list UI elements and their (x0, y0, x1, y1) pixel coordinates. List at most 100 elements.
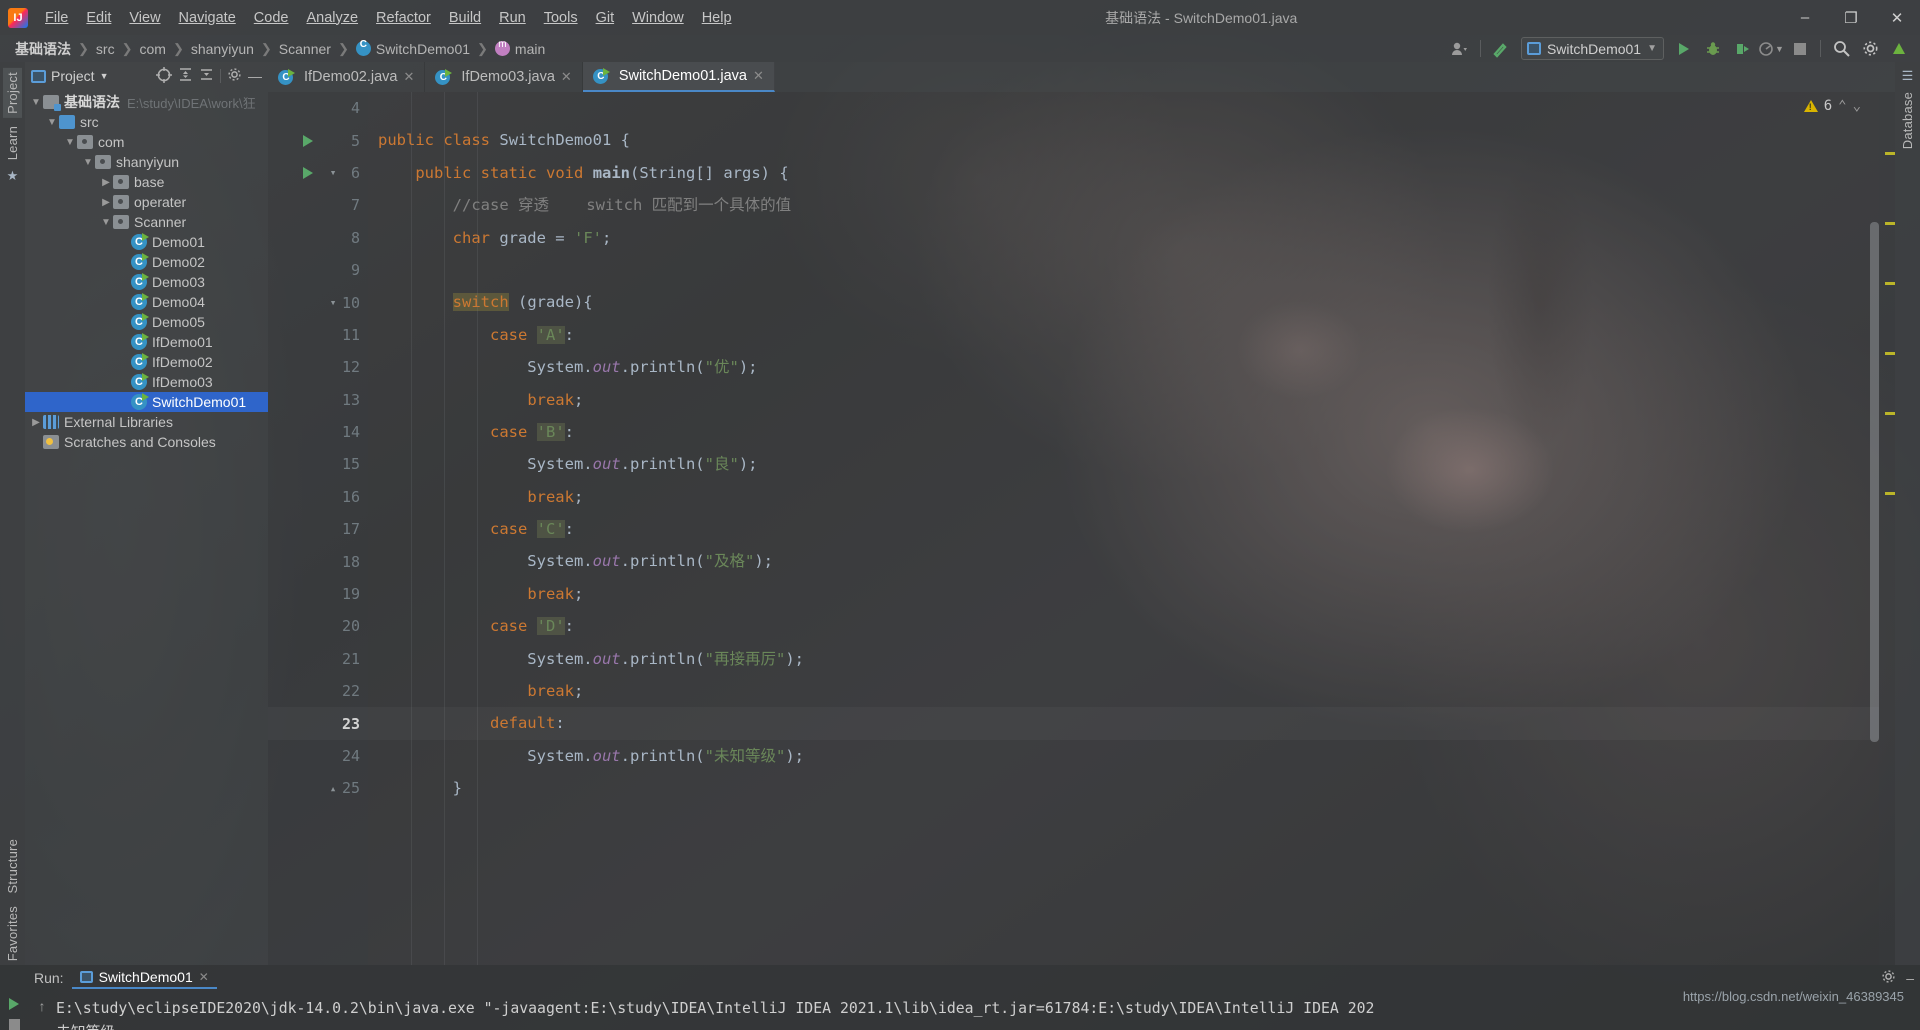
project-title-button[interactable]: Project ▼ (31, 68, 109, 84)
hide-panel-icon[interactable]: — (248, 68, 262, 84)
chevron-down-icon[interactable]: ▼ (45, 117, 59, 128)
tree-item-ifdemo02[interactable]: IfDemo02 (25, 352, 268, 372)
chevron-down-icon[interactable]: ▼ (99, 217, 113, 228)
scroll-down-icon[interactable]: ↓ (39, 1025, 46, 1030)
chevron-down-icon[interactable]: ▼ (29, 97, 43, 108)
stop-square-icon[interactable] (8, 1019, 20, 1030)
breadcrumb-scanner[interactable]: Scanner (274, 40, 336, 58)
tree-item-base[interactable]: ▶ base (25, 172, 268, 192)
breadcrumb-com[interactable]: com (134, 40, 170, 58)
console-output[interactable]: E:\study\eclipseIDE2020\jdk-14.0.2\bin\j… (56, 991, 1920, 1030)
search-everywhere-button[interactable] (1828, 37, 1854, 61)
tree-item-scratches[interactable]: Scratches and Consoles (25, 432, 268, 452)
user-account-icon[interactable] (1447, 37, 1473, 61)
chevron-right-icon[interactable]: ▶ (99, 197, 113, 208)
code-editor[interactable]: 6 ⌃ ⌄ 4 5 6 7 8 9 10 11 12 13 14 15 16 1… (268, 92, 1895, 965)
minimize-button[interactable]: – (1782, 0, 1828, 35)
tab-ifdemo03[interactable]: IfDemo03.java ✕ (425, 62, 583, 92)
hide-panel-icon[interactable]: – (1906, 970, 1914, 986)
run-class-gutter-icon[interactable] (300, 124, 316, 156)
expand-all-icon[interactable] (178, 67, 193, 85)
menu-refactor[interactable]: Refactor (367, 6, 440, 30)
breadcrumb-project[interactable]: 基础语法 (10, 38, 76, 60)
menu-code[interactable]: Code (245, 6, 298, 30)
editor-gutter[interactable]: 4 5 6 7 8 9 10 11 12 13 14 15 16 17 18 1… (268, 92, 368, 965)
run-configuration-selector[interactable]: SwitchDemo01 ▼ (1520, 37, 1664, 60)
tree-item-com[interactable]: ▼ com (25, 132, 268, 152)
build-hammer-icon[interactable] (1488, 37, 1514, 61)
code-text[interactable]: public class SwitchDemo01 { public stati… (368, 92, 1879, 965)
tree-item-demo04[interactable]: Demo04 (25, 292, 268, 312)
tree-item-ifdemo01[interactable]: IfDemo01 (25, 332, 268, 352)
close-icon[interactable]: ✕ (404, 69, 415, 85)
rail-button-database[interactable]: Database (1898, 88, 1917, 153)
run-button[interactable] (1671, 37, 1697, 61)
menu-view[interactable]: View (120, 6, 169, 30)
fold-handle-open[interactable]: ▾ (326, 286, 340, 318)
tree-item-external-libraries[interactable]: ▶ External Libraries (25, 412, 268, 432)
tree-item-shanyiyun[interactable]: ▼ shanyiyun (25, 152, 268, 172)
tree-item-ifdemo03[interactable]: IfDemo03 (25, 372, 268, 392)
tree-item-demo03[interactable]: Demo03 (25, 272, 268, 292)
rail-button-learn[interactable]: Learn (3, 122, 22, 164)
tree-item-demo05[interactable]: Demo05 (25, 312, 268, 332)
tree-item-switchdemo01[interactable]: SwitchDemo01 (25, 392, 268, 412)
scroll-up-icon[interactable]: ↑ (39, 998, 46, 1014)
tab-switchdemo01[interactable]: SwitchDemo01.java ✕ (582, 62, 775, 92)
rerun-play-icon[interactable] (9, 998, 19, 1010)
inspection-widget[interactable]: 6 ⌃ ⌄ (1803, 98, 1861, 114)
close-icon[interactable]: ✕ (753, 68, 764, 84)
run-method-gutter-icon[interactable] (300, 157, 316, 189)
rail-button-project[interactable]: Project (3, 68, 22, 118)
breadcrumb-src[interactable]: src (91, 40, 120, 58)
tree-item-demo01[interactable]: Demo01 (25, 232, 268, 252)
menu-tools[interactable]: Tools (535, 6, 587, 30)
gear-icon[interactable] (1881, 969, 1896, 987)
collapse-all-icon[interactable] (199, 67, 214, 85)
maximize-button[interactable]: ❐ (1828, 0, 1874, 35)
close-icon[interactable]: ✕ (561, 69, 572, 85)
stop-button[interactable] (1787, 37, 1813, 61)
menu-build[interactable]: Build (440, 6, 490, 30)
run-with-coverage-button[interactable] (1729, 37, 1755, 61)
profiler-button[interactable]: ▼ (1758, 37, 1784, 61)
fold-handle-open[interactable]: ▾ (326, 157, 340, 189)
breadcrumb-shanyiyun[interactable]: shanyiyun (186, 40, 259, 58)
tree-item-project-root[interactable]: ▼ 基础语法 E:\study\IDEA\work\狂 (25, 92, 268, 112)
updates-icon[interactable] (1886, 37, 1912, 61)
project-tree[interactable]: ▼ 基础语法 E:\study\IDEA\work\狂 ▼ src ▼ com … (25, 90, 268, 965)
menu-git[interactable]: Git (587, 6, 624, 30)
settings-gear-icon[interactable] (1857, 37, 1883, 61)
breadcrumb-method[interactable]: main (490, 39, 550, 58)
debug-button[interactable] (1700, 37, 1726, 61)
tab-ifdemo02[interactable]: IfDemo02.java ✕ (268, 62, 426, 92)
next-problem-icon[interactable]: ⌄ (1853, 98, 1861, 114)
chevron-right-icon[interactable]: ▶ (29, 417, 43, 428)
chevron-right-icon[interactable]: ▶ (99, 177, 113, 188)
editor-tabs[interactable]: IfDemo02.java ✕ IfDemo03.java ✕ SwitchDe… (268, 62, 1895, 92)
chevron-down-icon[interactable]: ▼ (81, 157, 95, 168)
menu-file[interactable]: File (36, 6, 77, 30)
editor-scrollbar-thumb[interactable] (1870, 222, 1879, 742)
rail-button-favorites[interactable]: Favorites (3, 902, 22, 965)
select-opened-file-icon[interactable] (156, 66, 172, 86)
close-button[interactable]: ✕ (1874, 0, 1920, 35)
editor-marker-gutter[interactable] (1879, 92, 1895, 965)
chevron-down-icon[interactable]: ▼ (63, 137, 77, 148)
tree-item-scanner[interactable]: ▼ Scanner (25, 212, 268, 232)
menu-run[interactable]: Run (490, 6, 535, 30)
bookmarks-icon[interactable]: ★ (7, 168, 19, 184)
rail-button-structure[interactable]: Structure (3, 835, 22, 898)
close-icon[interactable]: ✕ (199, 970, 209, 984)
previous-problem-icon[interactable]: ⌃ (1838, 98, 1846, 114)
menu-navigate[interactable]: Navigate (170, 6, 245, 30)
tree-item-operater[interactable]: ▶ operater (25, 192, 268, 212)
menu-edit[interactable]: Edit (77, 6, 120, 30)
database-panel-icon[interactable]: ☰ (1902, 68, 1914, 84)
tree-item-src[interactable]: ▼ src (25, 112, 268, 132)
tree-item-demo02[interactable]: Demo02 (25, 252, 268, 272)
gear-icon[interactable] (227, 67, 242, 85)
menu-analyze[interactable]: Analyze (297, 6, 367, 30)
breadcrumb-class[interactable]: SwitchDemo01 (351, 39, 475, 58)
run-tab-switchdemo01[interactable]: SwitchDemo01 ✕ (71, 967, 217, 989)
